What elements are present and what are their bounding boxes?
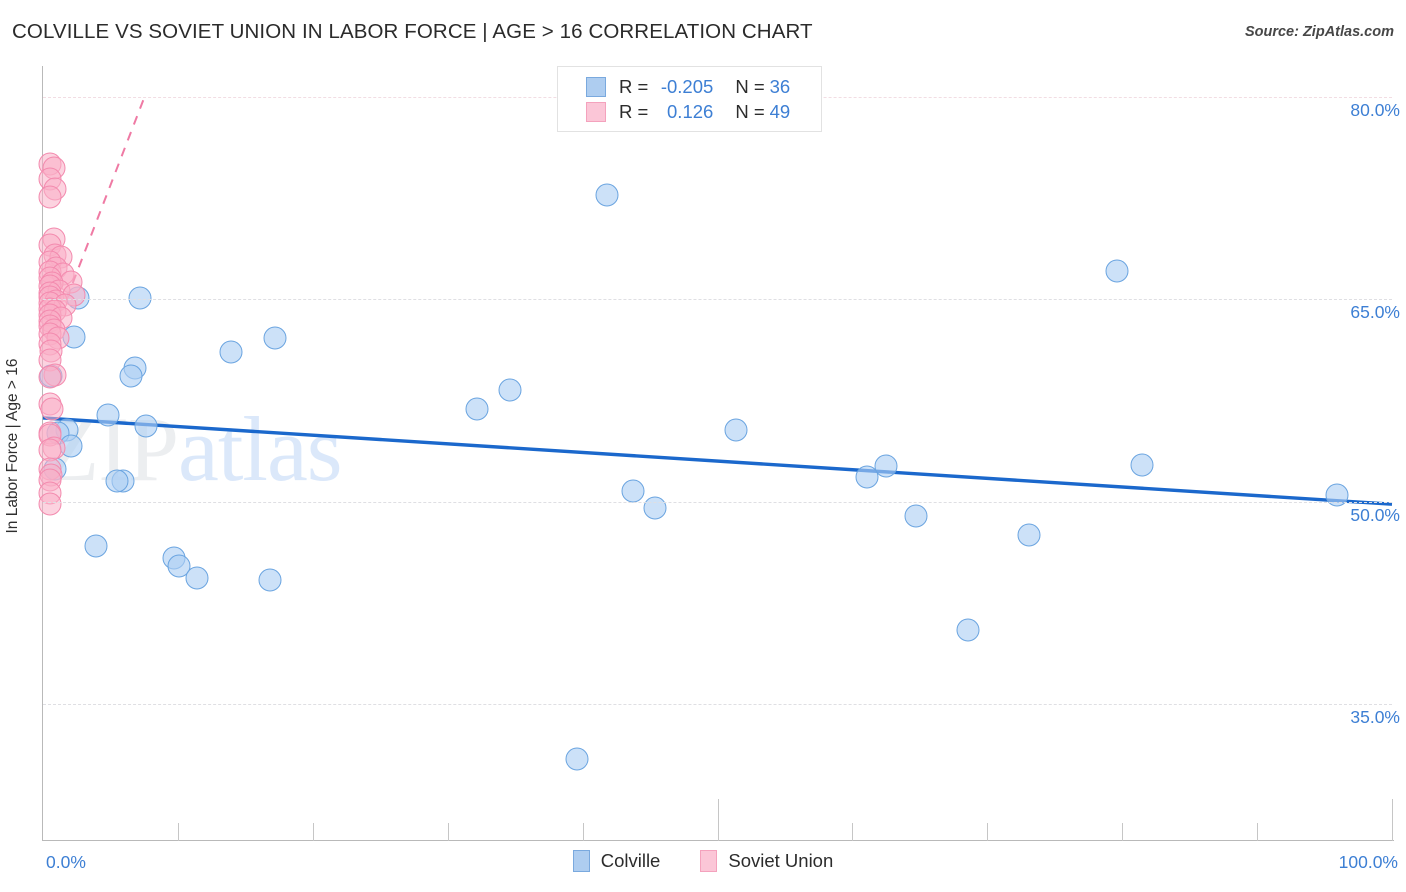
data-point-blue <box>643 496 667 520</box>
pink-square-swatch-icon <box>700 850 718 872</box>
blue-n-label: N = <box>735 75 765 97</box>
legend-label-colville: Colville <box>600 850 661 871</box>
data-point-blue <box>128 286 152 310</box>
data-point-blue <box>105 469 129 493</box>
data-point-pink <box>38 365 62 389</box>
plot-area: ZIPatlas <box>38 66 1393 840</box>
gridline-35 <box>43 703 1392 705</box>
pink-n-value: 49 <box>769 100 791 122</box>
data-point-blue <box>263 326 287 350</box>
x-tick-70 <box>987 823 989 841</box>
pink-n-label: N = <box>735 100 765 122</box>
data-point-blue <box>134 414 158 438</box>
data-point-blue <box>498 378 522 402</box>
stats-row-soviet-union: R = 0.126 N = 49 <box>586 99 821 124</box>
data-point-blue <box>855 465 879 489</box>
blue-n-value: 36 <box>769 75 791 97</box>
data-point-blue <box>185 566 209 590</box>
trendline-soviet-union <box>71 93 147 284</box>
x-tick-80 <box>1122 823 1124 841</box>
data-point-blue <box>1105 259 1129 283</box>
data-point-blue <box>904 504 928 528</box>
page-title: COLVILLE VS SOVIET UNION IN LABOR FORCE … <box>12 20 813 43</box>
y-axis-title: In Labor Force | Age > 16 <box>4 358 21 534</box>
data-point-pink <box>40 397 64 420</box>
trendlines <box>42 93 1393 506</box>
y-tick-label-65: 65.0% <box>1350 302 1400 323</box>
x-tick-30 <box>447 823 449 841</box>
blue-square-swatch-icon <box>572 850 590 872</box>
zipatlas-watermark: ZIPatlas <box>43 396 343 502</box>
data-point-blue <box>1017 523 1041 547</box>
data-point-blue <box>96 403 120 427</box>
gridline-50 <box>43 501 1392 503</box>
data-point-pink <box>38 492 62 516</box>
series-legend: Colville Soviet Union <box>0 850 1406 872</box>
blue-r-value: -0.205 <box>660 75 714 97</box>
data-point-blue <box>119 364 143 388</box>
legend-label-soviet-union: Soviet Union <box>728 850 834 871</box>
data-point-blue <box>621 479 644 503</box>
gridline-65 <box>43 299 1392 301</box>
blue-r-label: R = <box>619 75 649 97</box>
source-attribution: Source: ZipAtlas.com <box>1244 24 1394 40</box>
data-point-blue <box>465 397 489 420</box>
data-point-blue <box>258 568 282 592</box>
x-tick-50 <box>717 799 719 841</box>
y-tick-label-80: 80.0% <box>1350 100 1400 120</box>
data-point-blue <box>565 747 589 771</box>
data-point-pink <box>38 185 62 209</box>
data-point-blue <box>84 534 108 558</box>
data-point-blue <box>219 340 242 364</box>
legend-item-colville[interactable]: Colville <box>572 850 661 872</box>
y-tick-label-35: 35.0% <box>1350 706 1400 727</box>
watermark-atlas: atlas <box>178 398 343 500</box>
pink-r-label: R = <box>619 100 649 122</box>
x-tick-90 <box>1257 823 1259 841</box>
correlation-chart: COLVILLE VS SOVIET UNION IN LABOR FORCE … <box>0 0 1406 892</box>
x-tick-40 <box>582 823 584 841</box>
trendline-colville <box>42 416 1393 506</box>
legend-item-soviet-union[interactable]: Soviet Union <box>700 850 833 872</box>
data-point-blue <box>1325 483 1349 507</box>
pink-r-value: 0.126 <box>667 100 714 122</box>
x-tick-100 <box>1392 799 1393 841</box>
x-tick-60 <box>852 823 854 841</box>
pink-square-swatch-icon <box>586 101 606 122</box>
x-tick-20 <box>312 823 314 841</box>
data-point-blue <box>595 183 619 207</box>
data-point-blue <box>724 418 748 442</box>
blue-square-swatch-icon <box>586 76 606 97</box>
data-point-blue <box>1130 453 1154 477</box>
y-tick-label-50: 50.0% <box>1350 504 1400 525</box>
data-point-blue <box>956 618 980 642</box>
x-tick-10 <box>177 823 179 841</box>
stats-row-colville: R = -0.205 N = 36 <box>586 74 821 99</box>
correlation-stats-box: R = -0.205 N = 36 R = 0.126 N = 49 <box>557 66 822 132</box>
